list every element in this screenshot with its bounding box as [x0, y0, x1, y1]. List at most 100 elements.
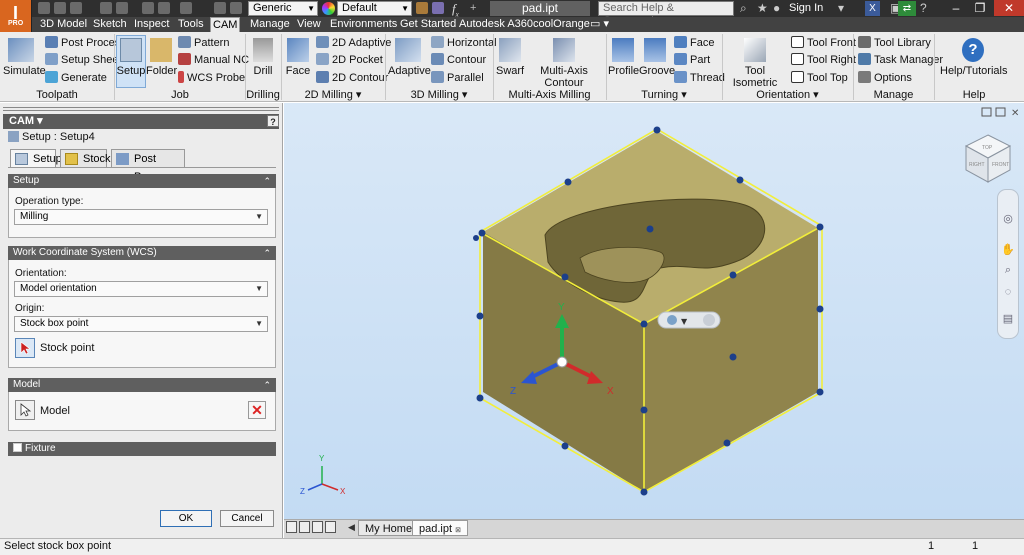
profile-button[interactable]: Profile: [608, 38, 639, 77]
steering-wheel-icon[interactable]: ◎: [1001, 212, 1015, 226]
wcs-probe-button[interactable]: WCS Probe: [178, 70, 245, 86]
tile-icon[interactable]: [299, 521, 310, 533]
close-icon[interactable]: ✕: [994, 0, 1024, 16]
fx-icon[interactable]: fx: [452, 1, 459, 19]
tool-top-button[interactable]: Tool Top: [791, 70, 848, 86]
restore-icon[interactable]: ❐: [968, 0, 992, 16]
zoom-icon[interactable]: ⌕: [1001, 263, 1015, 277]
tab-my-home[interactable]: My Home: [358, 520, 420, 536]
select-icon[interactable]: [180, 2, 192, 14]
tab-autodesk-a360[interactable]: Autodesk A360: [457, 17, 535, 32]
appearance-combo[interactable]: Default ▼: [337, 1, 412, 16]
wcs-section-header[interactable]: Work Coordinate System (WCS) ⌃: [8, 246, 276, 260]
2d-pocket-button[interactable]: 2D Pocket: [316, 52, 383, 68]
collapse-icon[interactable]: ⌃: [263, 378, 271, 392]
panel-grip[interactable]: [3, 107, 279, 111]
sign-in-dropdown-icon[interactable]: ▾: [838, 2, 844, 15]
clear-appearance-icon[interactable]: [416, 2, 428, 14]
panel-label-3d-milling[interactable]: 3D Milling ▾: [385, 89, 493, 102]
pan-icon[interactable]: ✋: [1001, 243, 1015, 257]
sign-in-link[interactable]: Sign In: [789, 2, 823, 14]
refresh-icon[interactable]: [703, 314, 715, 326]
drill-button[interactable]: Drill: [248, 38, 278, 77]
pattern-button[interactable]: Pattern: [178, 35, 229, 51]
tab-get-started[interactable]: Get Started: [398, 17, 458, 32]
multi-axis-contour-button[interactable]: Multi-Axis Contour: [525, 38, 603, 89]
close-tab-icon[interactable]: ⊠: [455, 527, 461, 534]
setup-sheet-button[interactable]: Setup Sheet: [45, 52, 122, 68]
part-button[interactable]: Part: [674, 52, 710, 68]
undo-icon[interactable]: [100, 2, 112, 14]
tab-setup[interactable]: Setup: [10, 149, 62, 167]
collapse-icon[interactable]: ⌃: [263, 246, 271, 260]
viewport-maximize-icon[interactable]: [995, 107, 1006, 117]
tab-list-icon[interactable]: [325, 521, 336, 533]
tab-view[interactable]: View: [295, 17, 323, 32]
cancel-button[interactable]: Cancel: [220, 510, 274, 527]
thread-button[interactable]: Thread: [674, 70, 725, 86]
tab-3d-model[interactable]: 3D Model: [38, 17, 89, 32]
turn-face-button[interactable]: Face: [674, 35, 714, 51]
setup-section-header[interactable]: Setup ⌃: [8, 174, 276, 188]
folder-button[interactable]: Folder: [146, 38, 177, 77]
tab-coolorange[interactable]: coolOrange: [531, 17, 592, 32]
fixture-checkbox[interactable]: [13, 443, 22, 452]
ribbon-options-icon[interactable]: ▭ ▾: [588, 17, 611, 32]
chevron-down-icon[interactable]: ▼: [681, 317, 688, 326]
a360-icon[interactable]: ⇄: [898, 1, 916, 16]
plus-icon[interactable]: +: [470, 2, 476, 14]
2d-adaptive-button[interactable]: 2D Adaptive: [316, 35, 391, 51]
tab-cam[interactable]: CAM: [210, 17, 241, 32]
help-icon[interactable]: ?: [920, 2, 927, 15]
clear-selection-icon[interactable]: ✕: [248, 401, 266, 419]
panel-label-turning[interactable]: Turning ▾: [606, 89, 722, 102]
simulate-button[interactable]: Simulate: [3, 38, 46, 77]
redo-icon[interactable]: [116, 2, 128, 14]
face-2d-button[interactable]: Face: [284, 38, 312, 77]
orientation-select[interactable]: Model orientation ▼: [14, 281, 268, 297]
tool-right-button[interactable]: Tool Right: [791, 52, 856, 68]
arrange-icon[interactable]: [312, 521, 323, 533]
appearance-icon[interactable]: [667, 315, 677, 325]
manual-nc-button[interactable]: Manual NC: [178, 52, 249, 68]
viewport-close-icon[interactable]: ✕: [1011, 108, 1019, 119]
stock-point-select-button[interactable]: [15, 338, 35, 358]
task-manager-button[interactable]: Task Manager: [858, 52, 943, 68]
swarf-button[interactable]: Swarf: [496, 38, 524, 77]
horizontal-button[interactable]: Horizontal: [431, 35, 497, 51]
ok-button[interactable]: OK: [160, 510, 212, 527]
viewport-restore-icon[interactable]: [981, 107, 992, 117]
adjust-icon[interactable]: [432, 2, 444, 14]
origin-select[interactable]: Stock box point ▼: [14, 316, 268, 332]
panel-help-icon[interactable]: ?: [267, 115, 279, 127]
binoculars-icon[interactable]: ⌕: [740, 2, 747, 15]
exchange-icon[interactable]: X: [865, 1, 880, 16]
panel-label-orientation[interactable]: Orientation ▾: [722, 89, 853, 102]
operation-type-select[interactable]: Milling ▼: [14, 209, 268, 225]
tab-environments[interactable]: Environments: [328, 17, 399, 32]
minimize-icon[interactable]: –: [944, 0, 968, 16]
2d-contour-button[interactable]: 2D Contour: [316, 70, 388, 86]
tab-sketch[interactable]: Sketch: [91, 17, 129, 32]
tool-library-button[interactable]: Tool Library: [858, 35, 931, 51]
generate-button[interactable]: Generate: [45, 70, 107, 86]
tool-isometric-button[interactable]: Tool Isometric: [724, 38, 786, 89]
model-view[interactable]: Y X Z ▼ Y X Z TOP RIGHT FRONT ✕: [284, 103, 1024, 519]
model-select-button[interactable]: [15, 400, 35, 420]
cascade-icon[interactable]: [286, 521, 297, 533]
orbit-icon[interactable]: ◌: [1001, 285, 1015, 299]
tab-pad-ipt[interactable]: pad.ipt ⊠: [412, 520, 468, 536]
update-icon[interactable]: [158, 2, 170, 14]
new-icon[interactable]: [38, 2, 50, 14]
contour-3d-button[interactable]: Contour: [431, 52, 486, 68]
open-icon[interactable]: [54, 2, 66, 14]
parallel-button[interactable]: Parallel: [431, 70, 484, 86]
tab-manage[interactable]: Manage: [248, 17, 292, 32]
home-icon[interactable]: [142, 2, 154, 14]
cam-panel-header[interactable]: CAM ▾?: [3, 114, 279, 129]
collapse-icon[interactable]: ⌃: [263, 174, 271, 188]
options-button[interactable]: Options: [858, 70, 912, 86]
app-menu-button[interactable]: I PRO: [0, 0, 32, 32]
fixture-section-header[interactable]: Fixture: [8, 442, 276, 456]
material-combo[interactable]: Generic ▼: [248, 1, 318, 16]
